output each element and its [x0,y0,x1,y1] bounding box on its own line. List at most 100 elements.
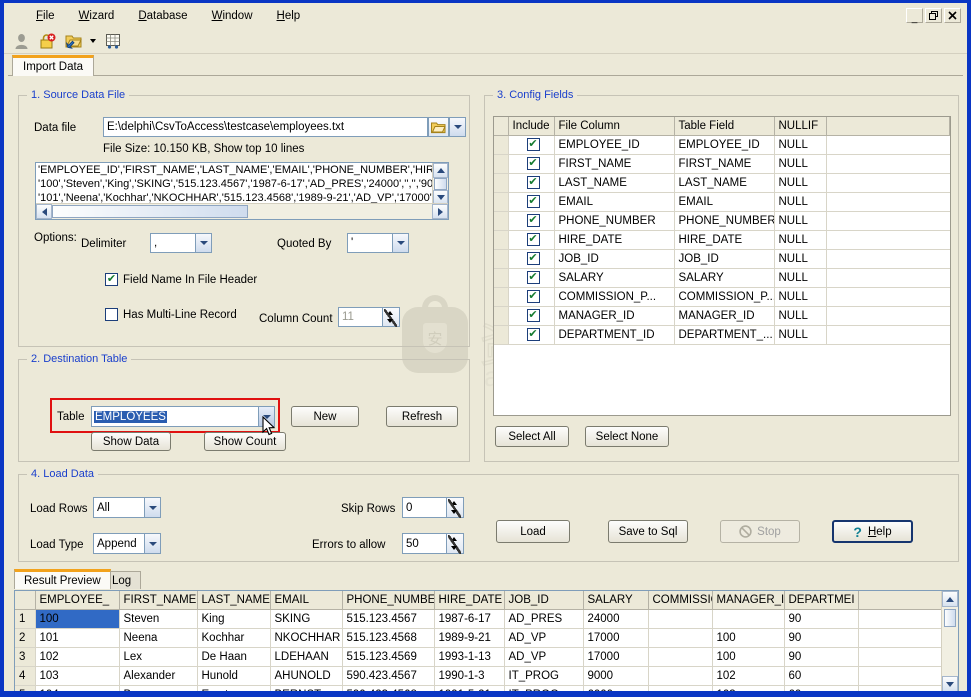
save-to-sql-button[interactable]: Save to Sql [608,520,688,543]
data-file-history-dropdown[interactable] [449,117,466,137]
config-header-include[interactable]: Include [508,117,555,136]
config-header-table-field[interactable]: Table Field [674,117,775,136]
table-field-cell[interactable]: SALARY [674,268,775,288]
result-table-row[interactable]: 5104BruceErnstBERNST590.423.45681991-5-2… [15,685,944,691]
folder-open-icon[interactable] [62,31,84,52]
result-cell[interactable]: 100 [712,628,785,648]
result-cell[interactable]: 102 [35,647,120,667]
config-header-nullif[interactable]: NULLIF [774,117,827,136]
quoted-by-dropdown-button[interactable] [392,234,408,252]
nullif-cell[interactable]: NULL [774,211,827,231]
result-cell[interactable]: NKOCHHAR [270,628,343,648]
load-type-combo[interactable]: Append [93,533,161,554]
result-cell[interactable]: 17000 [583,628,649,648]
scroll-right-button[interactable] [432,204,448,219]
nullif-cell[interactable]: NULL [774,135,827,155]
include-cell[interactable]: ✔ [508,325,555,345]
config-table-row[interactable]: ✔ MANAGER_ID MANAGER_ID NULL [494,306,950,326]
browse-file-button[interactable] [428,117,449,137]
result-cell[interactable] [648,666,713,686]
scroll-up-button[interactable] [433,163,448,179]
include-cell[interactable]: ✔ [508,268,555,288]
menu-item-help[interactable]: Help [273,9,305,23]
row-number[interactable]: 4 [15,666,36,686]
config-table-row[interactable]: ✔ PHONE_NUMBER PHONE_NUMBER NULL [494,211,950,231]
scroll-up-button[interactable] [942,591,958,607]
config-table-row[interactable]: ✔ EMPLOYEE_ID EMPLOYEE_ID NULL [494,135,950,155]
result-cell[interactable]: IT_PROG [504,666,584,686]
result-cell[interactable]: Kochhar [197,628,271,648]
minimize-button[interactable]: _ [906,8,923,23]
result-table-row[interactable]: 1 100 Steven King SKING 515.123.4567 1987-6-17… [15,609,944,629]
config-header-file-column[interactable]: File Column [554,117,675,136]
result-cell[interactable]: 103 [712,685,785,691]
load-rows-dropdown-button[interactable] [144,498,160,517]
new-table-button[interactable]: New [291,406,359,427]
scroll-thumb[interactable] [944,609,956,627]
result-cell[interactable]: 9000 [583,666,649,686]
row-number[interactable]: 2 [15,628,36,648]
config-table-row[interactable]: ✔ COMMISSION_P... COMMISSION_P... NULL [494,287,950,307]
result-cell[interactable]: 60 [784,666,859,686]
restore-button[interactable] [925,8,942,23]
file-column-cell[interactable]: DEPARTMENT_ID [554,325,675,345]
file-column-cell[interactable]: SALARY [554,268,675,288]
help-button[interactable]: ? Help [832,520,913,543]
result-vertical-scrollbar[interactable] [941,591,958,691]
result-table-row[interactable]: 3 102 Lex De Haan LDEHAAN 515.123.4569 1993-1-… [15,647,944,667]
lock-delete-icon[interactable] [36,31,58,52]
file-column-cell[interactable]: EMAIL [554,192,675,212]
row-indicator[interactable] [494,268,509,288]
select-all-button[interactable]: Select All [495,426,569,447]
result-cell[interactable]: 90 [784,647,859,667]
row-indicator[interactable] [494,325,509,345]
result-cell[interactable]: De Haan [197,647,271,667]
result-cell[interactable]: AD_PRES [504,609,584,629]
table-field-cell[interactable]: COMMISSION_P... [674,287,775,307]
row-indicator[interactable] [494,211,509,231]
scroll-left-button[interactable] [36,204,52,219]
row-indicator[interactable] [494,173,509,193]
result-cell[interactable]: 6000 [583,685,649,691]
config-table-row[interactable]: ✔ SALARY SALARY NULL [494,268,950,288]
refresh-tables-button[interactable]: Refresh [386,406,458,427]
nullif-cell[interactable]: NULL [774,173,827,193]
result-header-department-id[interactable]: DEPARTMEI [784,591,859,610]
result-cell[interactable]: 590.423.4567 [342,666,435,686]
delimiter-dropdown-button[interactable] [195,234,211,252]
scroll-thumb-h[interactable] [52,205,248,218]
include-cell[interactable]: ✔ [508,211,555,231]
row-indicator[interactable] [494,135,509,155]
result-cell[interactable]: Lex [119,647,198,667]
grid-run-icon[interactable] [102,31,124,52]
data-file-input[interactable]: E:\delphi\CsvToAccess\testcase\employees… [103,117,428,137]
show-data-button[interactable]: Show Data [91,432,171,451]
result-cell[interactable]: IT_PROG [504,685,584,691]
table-field-cell[interactable]: HIRE_DATE [674,230,775,250]
result-cell[interactable]: 1991-5-21 [434,685,505,691]
quoted-by-combo[interactable]: ' [347,233,409,253]
column-count-spinner[interactable]: 11 [338,307,400,327]
nullif-cell[interactable]: NULL [774,306,827,326]
result-cell[interactable]: SKING [270,609,343,629]
nullif-cell[interactable]: NULL [774,325,827,345]
delimiter-combo[interactable]: , [150,233,212,253]
result-cell[interactable]: 100 [712,647,785,667]
load-button[interactable]: Load [496,520,570,543]
preview-vertical-scrollbar[interactable] [432,163,448,205]
skip-rows-spinner[interactable]: 0 [402,497,464,518]
result-header-employee-id[interactable]: EMPLOYEE_ [35,591,120,610]
result-cell[interactable]: 1993-1-13 [434,647,505,667]
user-icon[interactable] [10,31,32,52]
table-field-cell[interactable]: FIRST_NAME [674,154,775,174]
result-cell[interactable]: 100 [35,609,120,629]
include-cell[interactable]: ✔ [508,135,555,155]
result-cell[interactable]: 17000 [583,647,649,667]
column-count-stepper[interactable] [382,308,399,327]
file-column-cell[interactable]: JOB_ID [554,249,675,269]
result-cell[interactable]: 590.423.4568 [342,685,435,691]
nullif-cell[interactable]: NULL [774,268,827,288]
result-cell[interactable]: Hunold [197,666,271,686]
file-column-cell[interactable]: PHONE_NUMBER [554,211,675,231]
result-header-manager-id[interactable]: MANAGER_I [712,591,785,610]
